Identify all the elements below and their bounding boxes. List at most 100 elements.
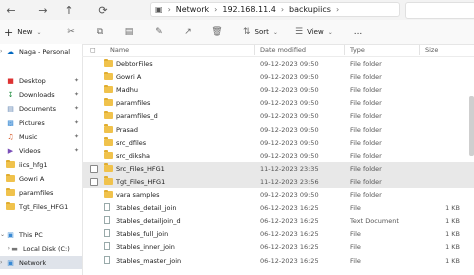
- folder-icon: [104, 189, 113, 198]
- rename-icon[interactable]: ✎: [152, 25, 166, 39]
- table-row[interactable]: vara samples 09-12-2023 09:50 File folder: [82, 188, 474, 201]
- sort-label: Sort: [254, 28, 269, 36]
- breadcrumb-host[interactable]: 192.168.11.4: [222, 5, 275, 14]
- sidebar-item-music[interactable]: ♫ Music ✦: [0, 130, 82, 143]
- table-row[interactable]: 3tables_full_join 06-12-2023 16:25 File 1 K…: [82, 227, 474, 240]
- column-header-name[interactable]: Name: [110, 46, 129, 54]
- pin-icon: ✦: [73, 77, 79, 84]
- cell-name: paramfiles_d: [116, 112, 158, 121]
- cell-type: File folder: [350, 164, 382, 173]
- folder-icon: [104, 176, 113, 185]
- select-all-checkbox[interactable]: ◻: [90, 46, 96, 54]
- view-button[interactable]: ☰ View ⌄: [295, 25, 341, 39]
- breadcrumb-network[interactable]: Network: [176, 5, 209, 14]
- forward-arrow-icon[interactable]: →: [36, 3, 50, 17]
- cell-date-modified: 06-12-2023 16:25: [260, 204, 319, 213]
- cell-date-modified: 11-12-2023 23:56: [260, 177, 319, 186]
- new-button[interactable]: + New ⌄: [4, 25, 46, 39]
- navigation-pane: › ☁ Naga - Personal ■ Desktop ✦ ↧ Downlo…: [0, 44, 83, 275]
- sidebar-item-network[interactable]: › ▣ Network: [0, 256, 82, 269]
- sidebar-item-label: Pictures: [19, 118, 45, 127]
- cell-date-modified: 09-12-2023 09:50: [260, 125, 319, 134]
- column-header-size[interactable]: Size: [425, 46, 438, 54]
- back-arrow-icon[interactable]: ←: [4, 3, 18, 17]
- sidebar-item-local-disk[interactable]: › ▬ Local Disk (C:): [0, 242, 82, 255]
- folder-icon: [6, 173, 15, 183]
- delete-icon[interactable]: 🗑: [210, 25, 224, 39]
- cell-date-modified: 09-12-2023 09:50: [260, 151, 319, 160]
- table-row[interactable]: 3tables_master_join 06-12-2023 16:25 File 1…: [82, 254, 474, 267]
- share-icon[interactable]: ↗: [181, 25, 195, 39]
- pin-icon: ✦: [73, 119, 79, 126]
- sidebar-item-paramfiles[interactable]: paramfiles: [0, 186, 82, 199]
- column-header-type[interactable]: Type: [350, 46, 365, 54]
- sidebar-item-onedrive[interactable]: › ☁ Naga - Personal: [0, 45, 82, 58]
- table-row[interactable]: DebtorFiles 09-12-2023 09:50 File folder: [82, 57, 474, 70]
- cell-type: File folder: [350, 177, 382, 186]
- network-icon: ▣: [7, 258, 14, 267]
- breadcrumb-folder[interactable]: backupiics: [289, 5, 331, 14]
- cell-date-modified: 06-12-2023 16:25: [260, 256, 319, 265]
- breadcrumb-separator-icon: ›: [214, 5, 218, 14]
- folder-icon: [6, 201, 15, 211]
- sidebar-item-tgt-files-hfg1[interactable]: Tgt_Files_HFG1: [0, 200, 82, 213]
- table-row[interactable]: src_dfiles 09-12-2023 09:50 File folder: [82, 136, 474, 149]
- refresh-icon[interactable]: ⟳: [96, 3, 110, 17]
- chevron-down-icon: ⌄: [272, 28, 278, 36]
- row-checkbox[interactable]: [90, 164, 98, 173]
- cell-type: File folder: [350, 112, 382, 121]
- table-row[interactable]: Tgt_Files_HFG1 11-12-2023 23:56 File folde…: [82, 174, 474, 188]
- more-options-button[interactable]: ...: [351, 25, 365, 39]
- table-row[interactable]: Src_Files_HFG1 11-12-2023 23:35 File folde…: [82, 161, 474, 175]
- cell-date-modified: 09-12-2023 09:50: [260, 138, 319, 147]
- pin-icon: ✦: [73, 91, 79, 98]
- table-row[interactable]: Madhu 09-12-2023 09:50 File folder: [82, 83, 474, 96]
- cell-type: File folder: [350, 60, 382, 68]
- scrollbar-thumb[interactable]: [469, 96, 474, 156]
- cell-type: File: [350, 256, 361, 265]
- row-checkbox[interactable]: [90, 177, 98, 186]
- cell-name: 3tables_detail_join: [116, 204, 177, 213]
- sidebar-item-label: Downloads: [19, 90, 55, 99]
- search-input[interactable]: [405, 2, 474, 19]
- cell-name: src_dfiles: [116, 138, 147, 147]
- breadcrumb-separator-icon: ›: [280, 5, 285, 14]
- paste-icon[interactable]: ▤: [122, 25, 136, 39]
- table-row[interactable]: 3tables_detail_join 06-12-2023 16:25 File 1…: [82, 201, 474, 214]
- cell-date-modified: 06-12-2023 16:25: [260, 217, 319, 226]
- table-row[interactable]: 3tables_detailjoin_d 06-12-2023 16:25 Text…: [82, 214, 474, 227]
- cell-name: 3tables_master_join: [116, 256, 182, 265]
- column-header-date[interactable]: Date modified: [260, 46, 306, 54]
- sidebar-item-downloads[interactable]: ↧ Downloads ✦: [0, 88, 82, 101]
- table-row[interactable]: src_diksha 09-12-2023 09:50 File folder: [82, 149, 474, 162]
- table-row[interactable]: paramfiles 09-12-2023 09:50 File folder: [82, 96, 474, 109]
- cell-name: DebtorFiles: [116, 60, 153, 68]
- table-row[interactable]: 3tables_inner_join 06-12-2023 16:25 File 1 …: [82, 240, 474, 253]
- sidebar-item-documents[interactable]: ▤ Documents ✦: [0, 102, 82, 115]
- cell-type: File folder: [350, 73, 382, 82]
- table-row[interactable]: paramfiles_d 09-12-2023 09:50 File folder: [82, 109, 474, 122]
- folder-icon: [104, 97, 113, 107]
- sidebar-item-label: Videos: [19, 146, 41, 155]
- sidebar-item-gowri-a[interactable]: Gowri A: [0, 172, 82, 185]
- up-arrow-icon[interactable]: ↑: [62, 3, 76, 17]
- command-bar: + New ⌄ ✂ ⧉ ▤ ✎ ↗ 🗑 ⇅ Sort ⌄ ☰ View ⌄ ..…: [0, 20, 474, 45]
- cloud-icon: ☁: [7, 47, 14, 56]
- address-box[interactable]: ▣ › Network › 192.168.11.4 › backupiics …: [150, 2, 400, 17]
- table-row[interactable]: Prasad 09-12-2023 09:50 File folder: [82, 123, 474, 136]
- copy-icon[interactable]: ⧉: [93, 25, 107, 39]
- sidebar-item-videos[interactable]: ▶ Videos ✦: [0, 144, 82, 157]
- table-row[interactable]: Gowri A 09-12-2023 09:50 File folder: [82, 70, 474, 83]
- sort-button[interactable]: ⇅ Sort ⌄: [243, 25, 287, 39]
- sidebar-item-label: Music: [19, 132, 38, 141]
- cell-name: 3tables_inner_join: [116, 243, 175, 252]
- sidebar-item-pictures[interactable]: ▩ Pictures ✦: [0, 116, 82, 129]
- folder-icon: [104, 58, 113, 67]
- sidebar-item-iics-hfg1[interactable]: iics_hfg1: [0, 158, 82, 171]
- sidebar-item-label: paramfiles: [19, 188, 54, 197]
- cut-icon[interactable]: ✂: [64, 25, 78, 39]
- address-bar-row: ← → ↑ ⟳ ▣ › Network › 192.168.11.4 › bac…: [0, 0, 474, 20]
- sidebar-item-desktop[interactable]: ■ Desktop ✦: [0, 74, 82, 87]
- sidebar-item-this-pc[interactable]: ⌄ ▣ This PC: [0, 228, 82, 241]
- music-icon: ♫: [7, 132, 14, 141]
